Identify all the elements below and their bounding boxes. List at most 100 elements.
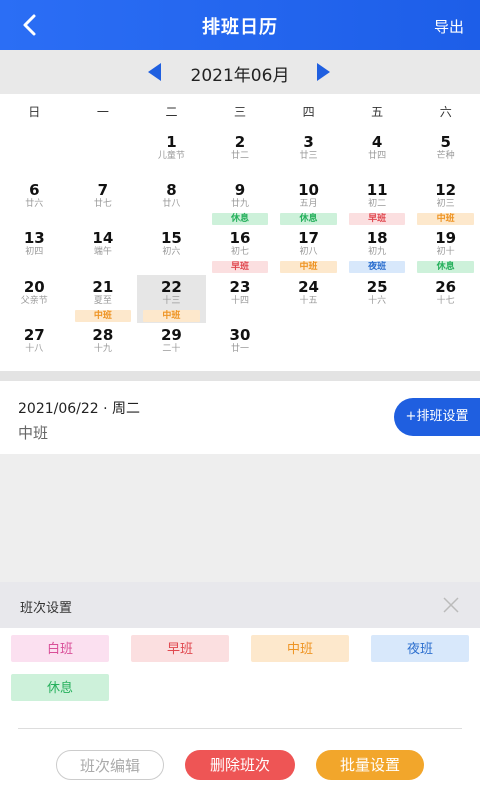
add-schedule-button[interactable]: +排班设置 (394, 398, 480, 436)
day-number: 28 (92, 325, 114, 344)
close-icon[interactable] (442, 596, 460, 614)
shift-tag: 中班 (417, 213, 474, 226)
calendar-day[interactable]: 21 夏至 中班 (69, 275, 138, 323)
edit-shift-button[interactable]: 班次编辑 (56, 750, 164, 780)
calendar-day[interactable]: 17 初八 中班 (274, 226, 343, 274)
day-number: 30 (229, 325, 251, 344)
weekday-wed: 三 (234, 105, 247, 119)
weekday-sat: 六 (439, 105, 452, 119)
app-header: 排班日历 导出 (0, 0, 480, 50)
day-number: 10 (298, 181, 319, 200)
lunar-date: 初三 (436, 199, 455, 210)
calendar-day[interactable]: 2 廿二 (206, 130, 275, 178)
panel-title: 班次设置 (20, 601, 73, 616)
lunar-date: 十六 (368, 295, 387, 306)
shift-option-early[interactable]: 早班 (131, 635, 229, 662)
calendar-day[interactable]: 24 十五 (274, 275, 343, 323)
batch-set-button[interactable]: 批量设置 (316, 750, 424, 780)
panel-divider (18, 728, 462, 729)
calendar-day[interactable]: 11 初二 早班 (343, 178, 412, 226)
page-title: 排班日历 (202, 17, 278, 38)
day-number: 15 (160, 229, 182, 248)
calendar-day[interactable]: 7 廿七 (69, 178, 138, 226)
weekday-sun: 日 (28, 105, 41, 119)
shift-tag: 早班 (211, 261, 269, 274)
day-number: 29 (160, 325, 182, 344)
calendar-day[interactable]: 15 初六 (137, 226, 206, 274)
day-number: 24 (298, 277, 319, 296)
lunar-date: 廿三 (299, 151, 318, 161)
export-button[interactable]: 导出 (434, 16, 464, 37)
calendar-day[interactable]: 6 廿六 (0, 178, 69, 226)
calendar-day[interactable]: 26 十七 (411, 275, 480, 323)
calendar-day[interactable]: 13 初四 (0, 226, 69, 274)
day-number: 25 (366, 277, 388, 296)
lunar-date: 初七 (230, 247, 249, 258)
calendar-day[interactable]: 22 十三 中班 (137, 274, 206, 323)
lunar-date: 廿二 (230, 151, 249, 161)
weekday-header: 日 一 二 三 四 五 六 (0, 94, 480, 130)
weekday-fri: 五 (371, 105, 384, 119)
calendar-day[interactable]: 27 十八 (0, 323, 69, 371)
lunar-date: 廿九 (230, 199, 249, 210)
selected-shift: 中班 (18, 424, 49, 442)
day-number: 1 (166, 133, 177, 151)
lunar-date: 初四 (25, 247, 44, 258)
day-number: 7 (97, 181, 109, 200)
lunar-date: 初九 (368, 247, 387, 258)
shift-option-rest[interactable]: 休息 (11, 674, 109, 701)
day-number: 17 (298, 229, 319, 248)
shift-option-day[interactable]: 白班 (11, 635, 109, 662)
shift-tag: 中班 (74, 309, 132, 322)
shift-option-night[interactable]: 夜班 (371, 635, 469, 662)
calendar-day[interactable]: 8 廿八 (137, 178, 206, 226)
lunar-date: 廿六 (25, 199, 44, 210)
shift-tag: 早班 (348, 213, 406, 226)
day-number: 8 (166, 181, 177, 200)
day-number: 14 (92, 229, 114, 248)
day-number: 21 (92, 277, 114, 296)
shift-tag: 休息 (280, 213, 337, 226)
calendar-day[interactable]: 12 初三 中班 (411, 178, 480, 226)
lunar-date: 十四 (230, 295, 249, 306)
lunar-date: 二十 (162, 343, 181, 354)
calendar-day[interactable]: 25 十六 (343, 275, 412, 323)
calendar-day[interactable]: 23 十四 (206, 275, 275, 323)
calendar-grid: 日 一 二 三 四 五 六 1 儿童节 2 廿二 3 廿三 4 廿四 5 芒种 6 廿六 7 廿七 8 廿八 9… (0, 94, 480, 371)
lunar-date: 廿一 (230, 343, 249, 354)
lunar-date: 初十 (436, 247, 455, 258)
day-number: 18 (366, 229, 388, 248)
calendar-day[interactable]: 28 十九 (69, 323, 138, 371)
calendar-day[interactable]: 4 廿四 (343, 130, 412, 178)
calendar-day[interactable]: 30 廿一 (206, 323, 275, 371)
calendar-day[interactable]: 19 初十 休息 (411, 226, 480, 274)
calendar-day[interactable]: 29 二十 (137, 323, 206, 371)
day-number: 9 (234, 181, 246, 200)
lunar-date: 端午 (93, 247, 112, 258)
shift-tag: 休息 (417, 261, 474, 274)
calendar-day[interactable]: 14 端午 (69, 226, 138, 274)
calendar-day[interactable]: 1 儿童节 (137, 130, 206, 178)
delete-shift-button[interactable]: 删除班次 (185, 750, 295, 780)
calendar-day[interactable]: 18 初九夜班 (343, 226, 412, 274)
calendar-day[interactable]: 9 廿九休息 (206, 178, 275, 226)
lunar-date: 五月 (299, 199, 318, 210)
shift-tag: 休息 (211, 213, 269, 226)
lunar-date: 十三 (162, 295, 181, 306)
weekday-thu: 四 (302, 105, 315, 119)
lunar-date: 十八 (25, 343, 44, 354)
day-number: 27 (23, 325, 45, 344)
shift-tag: 夜班 (348, 261, 406, 274)
shift-option-middle[interactable]: 中班 (251, 635, 349, 662)
lunar-date: 初二 (368, 199, 387, 210)
calendar-day[interactable]: 3 廿三 (274, 130, 343, 178)
day-number: 20 (23, 277, 45, 296)
calendar-day[interactable]: 16 初七 早班 (206, 226, 275, 274)
next-month-icon[interactable] (314, 62, 332, 82)
lunar-date: 芒种 (436, 151, 455, 161)
month-navigation: 2021年06月 (0, 50, 480, 94)
panel-header: 班次设置 (0, 582, 480, 628)
calendar-day[interactable]: 5 芒种 (411, 130, 480, 178)
calendar-day[interactable]: 10 五月休息 (274, 178, 343, 226)
calendar-day[interactable]: 20 父亲节 (0, 275, 69, 323)
